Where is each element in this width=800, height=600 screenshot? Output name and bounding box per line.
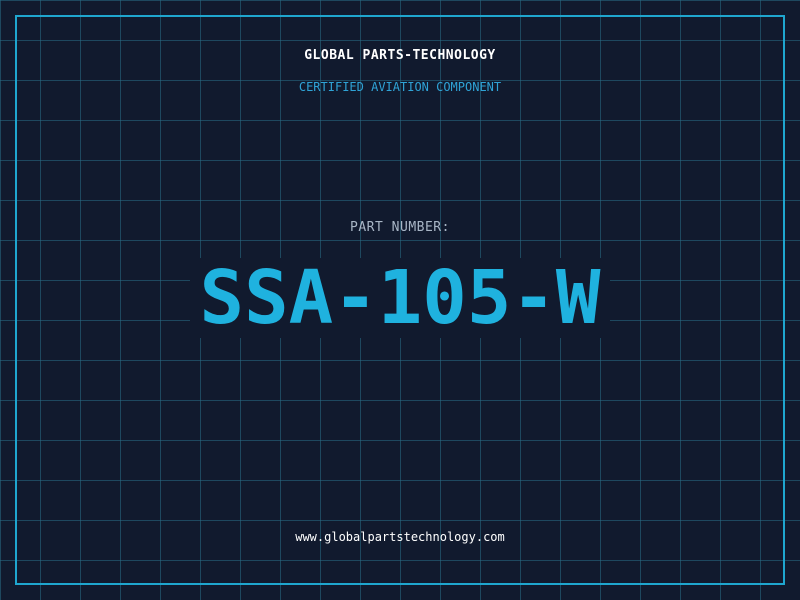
part-label-card: GLOBAL PARTS-TECHNOLOGY CERTIFIED AVIATI…	[0, 0, 800, 600]
part-number-label: PART NUMBER:	[350, 220, 450, 235]
part-number-value: SSA-105-W	[199, 255, 601, 341]
certification-tagline: CERTIFIED AVIATION COMPONENT	[298, 80, 502, 94]
website-url: www.globalpartstechnology.com	[295, 530, 505, 544]
company-name: GLOBAL PARTS-TECHNOLOGY	[304, 48, 496, 63]
